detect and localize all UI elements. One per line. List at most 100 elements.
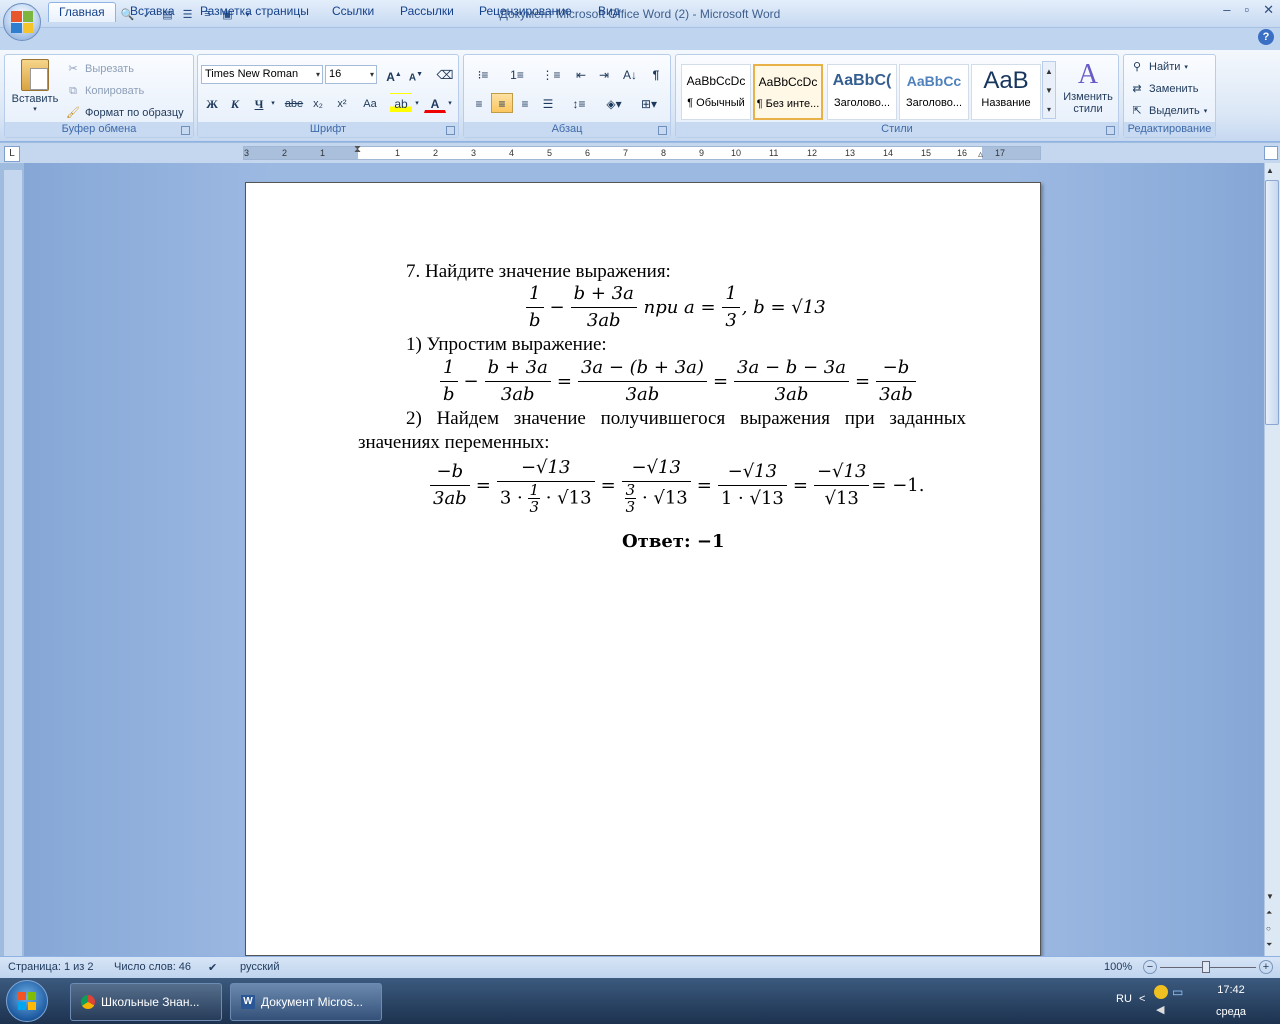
sort-button[interactable]: A↓ [619,64,641,84]
cut-label: Вырезать [85,63,134,75]
minimize-button[interactable]: – [1223,2,1230,18]
font-family-combo[interactable]: Times New Roman ▾ [201,65,323,84]
language-indicator[interactable]: RU [1116,993,1132,1005]
zoom-slider-thumb[interactable] [1202,961,1210,973]
shrink-font-button[interactable]: A▼ [405,64,427,84]
zoom-level[interactable]: 100% [1104,961,1132,973]
zoom-in-icon[interactable]: + [1259,960,1273,974]
underline-dropdown-icon[interactable]: ▾ [268,93,278,113]
clipboard-dialog-launcher[interactable] [181,126,190,135]
align-center-button[interactable]: ≡ [491,93,513,113]
scroll-up-icon[interactable]: ▲ [1266,166,1274,175]
style-heading-2[interactable]: AaBbCc Заголово... [899,64,969,120]
change-case-button[interactable]: Aa [356,93,384,113]
grow-font-button[interactable]: A▲ [383,64,405,84]
style-name: ¶ Без инте... [756,98,820,110]
tray-app-icon[interactable] [1154,985,1168,999]
taskbar-item-word[interactable]: W Документ Micros... [230,983,382,1021]
style-heading-1[interactable]: AaBbC(Заголово... [827,64,897,120]
clock-day[interactable]: среда [1208,1006,1254,1018]
office-button[interactable] [3,3,41,41]
view-ruler-button[interactable] [1264,146,1278,160]
align-right-button[interactable]: ≡ [514,93,536,113]
proofing-icon[interactable]: ✔ [208,961,217,974]
ruler-left-margin [244,147,358,159]
next-page-icon[interactable]: ⏷ [1266,940,1272,950]
start-button[interactable] [6,980,48,1022]
tab-insert[interactable]: Вставка [120,2,185,22]
tab-review[interactable]: Рецензирование [469,2,582,22]
format-painter-button[interactable]: 🖌 Формат по образцу [65,105,184,121]
indent-marker[interactable]: ⧗ [354,144,361,155]
shading-button[interactable]: ◈▾ [599,93,629,113]
document-page[interactable]: 7. Найдите значение выражения: 1 b − b + 3a… [245,182,1041,956]
strikethrough-button[interactable]: abe [283,93,305,113]
paste-dropdown-icon[interactable]: ▾ [9,105,61,113]
show-hidden-icons-icon[interactable]: < [1139,993,1145,1005]
tab-page-layout[interactable]: Разметка страницы [190,2,319,22]
subscript-button[interactable]: x₂ [307,93,329,113]
tab-home[interactable]: Главная [48,2,116,22]
decrease-indent-button[interactable]: ⇤ [570,64,592,84]
increase-indent-button[interactable]: ⇥ [593,64,615,84]
align-left-button[interactable]: ≡ [468,93,490,113]
ruler-number: 10 [731,148,742,158]
tab-selector[interactable]: L [4,146,20,162]
network-icon[interactable]: ▭ [1172,985,1183,999]
close-button[interactable]: ✕ [1263,2,1274,18]
help-icon[interactable]: ? [1258,29,1274,45]
bold-button[interactable]: Ж [201,93,223,113]
browse-object-icon[interactable]: ○ [1266,924,1271,933]
style-no-spacing[interactable]: AaBbCcDc ¶ Без инте... [753,64,823,120]
taskbar-item-browser[interactable]: Школьные Знан... [70,983,222,1021]
select-button[interactable]: ⇱ Выделить ▾ [1129,103,1207,119]
highlight-button[interactable]: ab [390,93,412,113]
numbering-button[interactable]: 1≡ [502,64,532,84]
styles-scroll[interactable]: ▲ ▼ ▾ [1042,61,1056,119]
previous-page-icon[interactable]: ⏶ [1266,908,1272,918]
cut-button[interactable]: ✂ Вырезать [65,61,134,77]
maximize-button[interactable]: ▫ [1244,2,1249,18]
right-indent-marker[interactable]: ▵ [978,149,983,160]
font-dialog-launcher[interactable] [446,126,455,135]
copy-button[interactable]: ⧉ Копировать [65,83,144,99]
font-color-button[interactable]: A [424,93,446,113]
word-count[interactable]: Число слов: 46 [114,961,191,973]
style-title[interactable]: AaB Название [971,64,1041,120]
clear-formatting-button[interactable]: ⌫ [434,64,456,84]
change-styles-button[interactable]: A Изменить стили [1060,59,1116,121]
italic-button[interactable]: К [224,93,246,113]
highlight-dropdown-icon[interactable]: ▾ [412,93,422,113]
superscript-button[interactable]: x² [331,93,353,113]
styles-dialog-launcher[interactable] [1106,126,1115,135]
volume-icon[interactable]: ◀ [1156,1003,1164,1016]
multilevel-list-button[interactable]: ⋮≡ [536,64,566,84]
font-color-dropdown-icon[interactable]: ▾ [445,93,455,113]
clock-time[interactable]: 17:42 [1208,984,1254,996]
zoom-out-icon[interactable]: − [1143,960,1157,974]
page-count[interactable]: Страница: 1 из 2 [8,961,94,973]
underline-button[interactable]: Ч [248,93,270,113]
paragraph-dialog-launcher[interactable] [658,126,667,135]
line-spacing-button[interactable]: ↕≡ [565,93,593,113]
copy-label: Копировать [85,85,145,97]
show-marks-button[interactable]: ¶ [645,64,667,84]
editing-group: ⚲ Найти ▾ ⇄ Заменить ⇱ Выделить ▾ Редактирова… [1123,54,1216,138]
scroll-down-icon[interactable]: ▼ [1266,892,1274,901]
paste-button[interactable]: Вставить ▾ [9,57,61,119]
borders-button[interactable]: ⊞▾ [634,93,664,113]
replace-button[interactable]: ⇄ Заменить [1129,81,1198,97]
scroll-thumb[interactable] [1265,180,1279,425]
justify-button[interactable]: ☰ [537,93,559,113]
tab-references[interactable]: Ссылки [322,2,384,22]
style-normal[interactable]: AaBbCcDc ¶ Обычный [681,64,751,120]
find-button[interactable]: ⚲ Найти ▾ [1129,59,1188,75]
font-size-combo[interactable]: 16 ▾ [325,65,377,84]
tab-mailings[interactable]: Рассылки [390,2,464,22]
tab-view[interactable]: Вид [588,2,630,22]
brush-icon: 🖌 [66,107,80,119]
bullets-button[interactable]: ⁝≡ [468,64,498,84]
ruler-number: 3 [471,148,477,158]
language[interactable]: русский [240,961,279,973]
horizontal-ruler[interactable]: 3 2 1 1 2 3 4 5 6 7 8 9 10 11 12 13 14 1… [243,144,1041,160]
